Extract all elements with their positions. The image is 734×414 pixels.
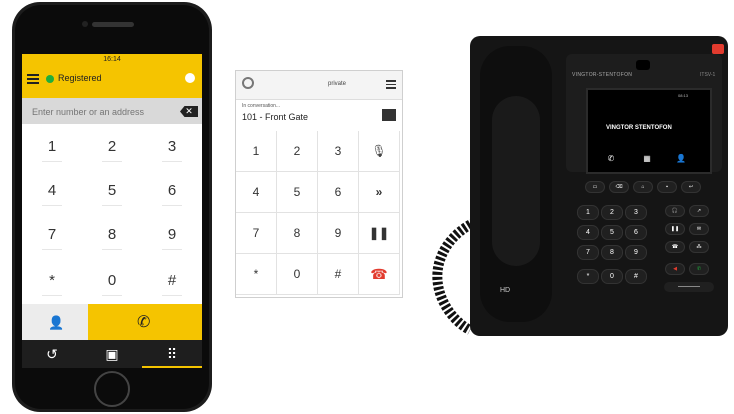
desk-key-9[interactable]: 9 bbox=[626, 246, 646, 259]
fkey-1[interactable]: ▭ bbox=[586, 182, 604, 192]
key-9[interactable]: 9 bbox=[142, 214, 202, 256]
recents-icon[interactable]: ↺ bbox=[22, 340, 82, 368]
key-3[interactable]: 3 bbox=[318, 131, 359, 172]
back-icon[interactable]: ↩ bbox=[682, 182, 700, 192]
key-2[interactable]: 2 bbox=[277, 131, 318, 172]
call-row: 👤 ✆ bbox=[22, 304, 202, 340]
key-4[interactable]: 4 bbox=[22, 170, 82, 212]
key-0[interactable]: 0 bbox=[277, 254, 318, 295]
softphone-header: private bbox=[236, 71, 402, 100]
home-icon[interactable]: ⌂ bbox=[634, 182, 652, 192]
key-7[interactable]: 7 bbox=[22, 214, 82, 256]
contacts-icon[interactable]: ▣ bbox=[82, 340, 142, 368]
desk-key-star[interactable]: * bbox=[578, 270, 598, 283]
desk-camera bbox=[636, 60, 650, 70]
display-status-time: 08:13 bbox=[678, 93, 689, 98]
voicemail-icon[interactable]: ✉ bbox=[690, 224, 708, 234]
mute-icon[interactable]: 🎙 bbox=[359, 131, 400, 172]
headset-icon[interactable]: 🎧 bbox=[666, 206, 684, 216]
desk-brand-label: VINGTOR-STENTOFON bbox=[572, 72, 633, 78]
fkey-2[interactable]: ⌫ bbox=[610, 182, 628, 192]
key-8[interactable]: 8 bbox=[277, 213, 318, 254]
app-logo-icon[interactable] bbox=[242, 77, 254, 89]
number-input[interactable] bbox=[30, 103, 174, 121]
key-6[interactable]: 6 bbox=[142, 170, 202, 212]
desk-key-1[interactable]: 1 bbox=[578, 206, 598, 219]
hangup-icon[interactable]: ☎ bbox=[359, 254, 400, 295]
key-1[interactable]: 1 bbox=[22, 126, 82, 168]
display-phone-icon[interactable]: ✆ bbox=[604, 154, 618, 164]
key-4[interactable]: 4 bbox=[236, 172, 277, 213]
keypad-toggle-icon[interactable] bbox=[382, 109, 396, 121]
add-contact-icon: 👤 bbox=[48, 315, 65, 330]
transfer-icon[interactable]: » bbox=[359, 172, 400, 213]
key-1[interactable]: 1 bbox=[236, 131, 277, 172]
key-hash[interactable]: # bbox=[142, 260, 202, 302]
desk-key-hash[interactable]: # bbox=[626, 270, 646, 283]
hd-label: HD bbox=[500, 287, 511, 294]
desk-key-7[interactable]: 7 bbox=[578, 246, 598, 259]
app-logo-icon[interactable] bbox=[182, 70, 198, 86]
key-0[interactable]: 0 bbox=[82, 260, 142, 302]
app-header: 16:14 Registered bbox=[22, 54, 202, 98]
key-2[interactable]: 2 bbox=[82, 126, 142, 168]
menu-icon[interactable] bbox=[27, 74, 39, 84]
speaker-icon[interactable]: ✆ bbox=[690, 264, 708, 274]
number-entry: ✕ bbox=[22, 98, 202, 124]
key-9[interactable]: 9 bbox=[318, 213, 359, 254]
mobile-screen: 16:14 Registered ✕ 1 2 3 4 5 6 7 8 9 * 0… bbox=[22, 54, 202, 368]
call-button[interactable]: ✆ bbox=[88, 304, 202, 340]
phone-icon: ✆ bbox=[137, 314, 151, 331]
handset-grip bbox=[492, 96, 540, 266]
desk-key-8[interactable]: 8 bbox=[602, 246, 622, 259]
message-indicator bbox=[712, 44, 724, 54]
key-5[interactable]: 5 bbox=[82, 170, 142, 212]
registration-status: Registered bbox=[58, 73, 102, 83]
desk-model-label: ITSV-1 bbox=[700, 72, 716, 78]
key-star[interactable]: * bbox=[236, 254, 277, 295]
desk-key-3[interactable]: 3 bbox=[626, 206, 646, 219]
active-call-name: 101 - Front Gate bbox=[242, 112, 309, 122]
desk-key-2[interactable]: 2 bbox=[602, 206, 622, 219]
fkey-4[interactable]: ▪ bbox=[658, 182, 676, 192]
status-time: 16:14 bbox=[103, 56, 121, 63]
key-3[interactable]: 3 bbox=[142, 126, 202, 168]
bottom-tab-bar: ↺ ▣ ⠿ bbox=[22, 340, 202, 368]
hold-icon[interactable]: ❚❚ bbox=[359, 213, 400, 254]
mute-key-icon[interactable]: ◀ bbox=[666, 264, 684, 274]
hold-key-icon[interactable]: ❚❚ bbox=[666, 224, 684, 234]
desk-key-4[interactable]: 4 bbox=[578, 226, 598, 239]
front-camera bbox=[82, 21, 88, 27]
key-7[interactable]: 7 bbox=[236, 213, 277, 254]
display-keypad-icon[interactable]: ▦ bbox=[640, 154, 654, 164]
desk-key-6[interactable]: 6 bbox=[626, 226, 646, 239]
add-contact-button[interactable]: 👤 bbox=[22, 304, 88, 340]
display-logo: VINGTOR STENTOFON bbox=[606, 125, 672, 131]
keypad-icon[interactable]: ⠿ bbox=[142, 340, 202, 368]
home-button[interactable] bbox=[94, 371, 130, 407]
transfer-key-icon[interactable]: ↗ bbox=[690, 206, 708, 216]
volume-rocker[interactable] bbox=[664, 282, 714, 292]
key-hash[interactable]: # bbox=[318, 254, 359, 295]
registered-status-icon bbox=[46, 75, 54, 83]
key-6[interactable]: 6 bbox=[318, 172, 359, 213]
softphone-app: private In conversation... 101 - Front G… bbox=[235, 70, 403, 298]
backspace-icon[interactable]: ✕ bbox=[180, 106, 198, 117]
conference-icon[interactable]: ☎ bbox=[666, 242, 684, 252]
call-state-label: In conversation... bbox=[242, 103, 281, 109]
mobile-phone: 16:14 Registered ✕ 1 2 3 4 5 6 7 8 9 * 0… bbox=[12, 2, 212, 412]
key-star[interactable]: * bbox=[22, 260, 82, 302]
desk-key-0[interactable]: 0 bbox=[602, 270, 622, 283]
key-5[interactable]: 5 bbox=[277, 172, 318, 213]
key-8[interactable]: 8 bbox=[82, 214, 142, 256]
menu-icon[interactable] bbox=[386, 80, 396, 89]
account-label: private bbox=[328, 81, 347, 87]
softphone-keypad: 1 2 3 🎙 4 5 6 » 7 8 9 ❚❚ * 0 # ☎ bbox=[236, 131, 402, 299]
earpiece bbox=[92, 22, 134, 27]
display-contacts-icon[interactable]: 👤 bbox=[674, 154, 688, 164]
group-icon[interactable]: ⁂ bbox=[690, 242, 708, 252]
desk-key-5[interactable]: 5 bbox=[602, 226, 622, 239]
